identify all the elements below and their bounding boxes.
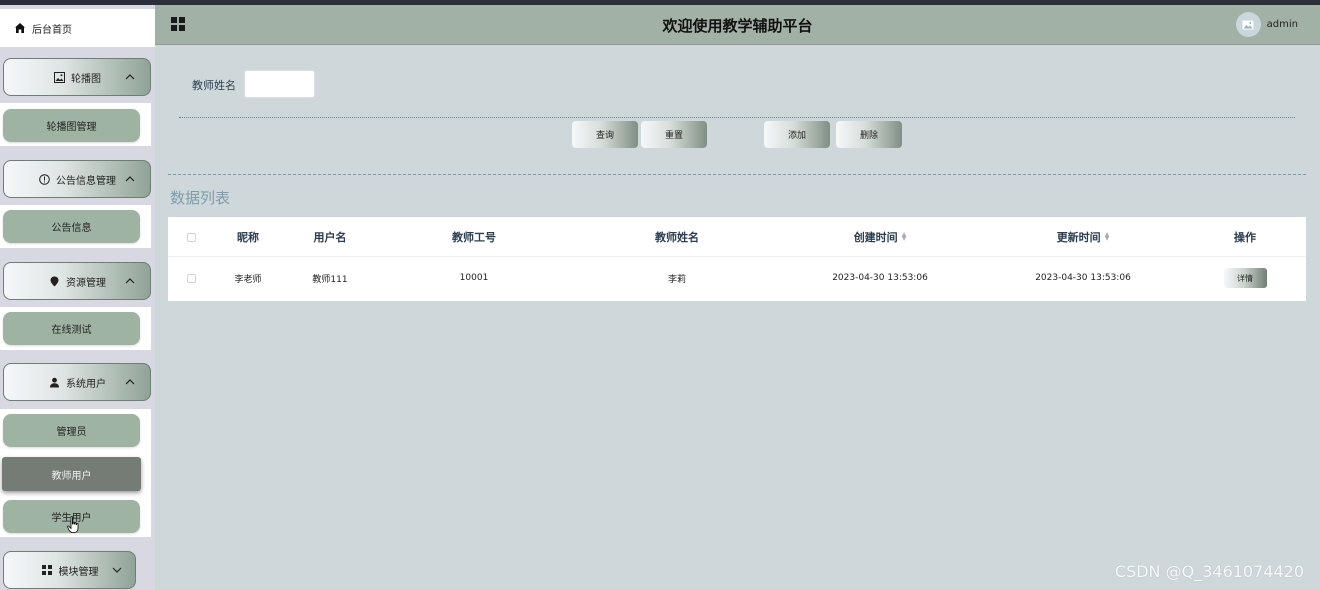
sidebar-group-carousel[interactable]: 轮播图	[3, 58, 151, 96]
cell-username: 教师111	[312, 274, 348, 285]
table-header-row: 昵称 用户名 教师工号 教师姓名 创建时间 ▲ ▼ 更新时间 ▲ ▼ 操作	[168, 217, 1306, 257]
image-placeholder-icon	[1242, 20, 1254, 29]
column-header-label: 创建时间	[853, 231, 898, 244]
sidebar-group-notice[interactable]: 公告信息管理	[3, 160, 151, 198]
sidebar: 后台首页 轮播图 轮播图管理 公告信息管理 公告信息 资源管理 在线测试 系统用…	[0, 5, 155, 590]
column-header: 教师工号	[452, 231, 496, 244]
sidebar-item-label: 在线测试	[51, 325, 92, 336]
image-icon	[53, 71, 65, 83]
sidebar-item-label: 管理员	[56, 427, 87, 438]
column-header: 昵称	[237, 231, 259, 244]
column-header-sortable[interactable]: 创建时间 ▲ ▼	[810, 217, 950, 257]
cell-nickname: 李老师	[234, 274, 262, 285]
user-menu[interactable]: admin	[1235, 12, 1298, 37]
sidebar-group-modules[interactable]: 模块管理	[3, 551, 136, 589]
sort-caret-icon[interactable]: ▲ ▼	[902, 232, 907, 242]
watermark: CSDN @Q_3461074420	[1114, 562, 1304, 581]
column-header: 教师姓名	[655, 231, 699, 244]
chevron-up-icon	[125, 278, 135, 284]
section-title: 数据列表	[170, 189, 231, 207]
user-icon	[48, 376, 60, 388]
page-title: 欢迎使用教学辅助平台	[662, 17, 813, 35]
row-checkbox[interactable]	[186, 273, 196, 283]
table-row: 李老师 教师111 10001 李莉 2023-04-30 13:53:06 2…	[168, 258, 1306, 298]
divider	[168, 174, 1306, 175]
sidebar-item-online-test[interactable]: 在线测试	[3, 312, 140, 345]
home-icon	[15, 23, 25, 33]
chevron-up-icon	[125, 74, 135, 80]
sidebar-group-label: 系统用户	[66, 378, 106, 390]
sort-caret-icon[interactable]: ▲ ▼	[1105, 232, 1110, 242]
select-all-checkbox[interactable]	[186, 232, 196, 242]
data-table: 昵称 用户名 教师工号 教师姓名 创建时间 ▲ ▼ 更新时间 ▲ ▼ 操作 李老师 …	[168, 217, 1306, 301]
chevron-up-icon	[125, 176, 135, 182]
sidebar-item-admin[interactable]: 管理员	[3, 414, 140, 447]
sidebar-item-label: 公告信息	[51, 223, 92, 234]
sidebar-item-carousel-manage[interactable]: 轮播图管理	[3, 109, 140, 142]
search-label: 教师姓名	[192, 79, 236, 92]
detail-button[interactable]: 详情	[1223, 268, 1267, 288]
delete-button[interactable]: 删除	[836, 121, 902, 148]
location-icon	[48, 275, 60, 287]
username: admin	[1266, 19, 1298, 30]
cell-updated: 2023-04-30 13:53:06	[1035, 273, 1131, 283]
sidebar-item-notice[interactable]: 公告信息	[3, 210, 140, 243]
sidebar-group-label: 模块管理	[58, 566, 99, 578]
query-button[interactable]: 查询	[572, 121, 638, 148]
sidebar-home-label: 后台首页	[32, 24, 72, 36]
sidebar-group-resources[interactable]: 资源管理	[3, 262, 151, 300]
column-header-sortable[interactable]: 更新时间 ▲ ▼	[1013, 217, 1153, 257]
chevron-down-icon	[112, 567, 122, 573]
sidebar-group-label: 轮播图	[71, 73, 101, 85]
reset-button[interactable]: 重置	[641, 121, 707, 148]
add-button[interactable]: 添加	[764, 121, 830, 148]
cell-teacher-name: 李莉	[667, 274, 686, 285]
divider	[179, 117, 1295, 118]
sidebar-group-label: 公告信息管理	[56, 175, 116, 187]
column-header: 操作	[1234, 231, 1256, 244]
column-header-label: 更新时间	[1056, 231, 1101, 244]
sidebar-item-teacher-users[interactable]: 教师用户	[2, 457, 141, 491]
avatar	[1235, 12, 1261, 37]
top-header: 欢迎使用教学辅助平台 admin	[155, 5, 1320, 45]
sidebar-group-label: 资源管理	[66, 277, 106, 289]
hand-cursor-icon	[67, 516, 79, 533]
sidebar-item-label: 轮播图管理	[46, 122, 97, 133]
sidebar-item-label: 教师用户	[51, 470, 92, 482]
chevron-up-icon	[125, 379, 135, 385]
sidebar-group-system-users[interactable]: 系统用户	[3, 363, 151, 401]
sidebar-home-link[interactable]: 后台首页	[0, 9, 155, 47]
grid-icon	[41, 564, 53, 576]
cell-teacher-no: 10001	[459, 273, 489, 283]
column-header: 用户名	[313, 231, 347, 244]
info-icon	[38, 173, 50, 185]
teacher-name-search-input[interactable]	[244, 70, 315, 98]
cell-created: 2023-04-30 13:53:06	[832, 273, 928, 283]
